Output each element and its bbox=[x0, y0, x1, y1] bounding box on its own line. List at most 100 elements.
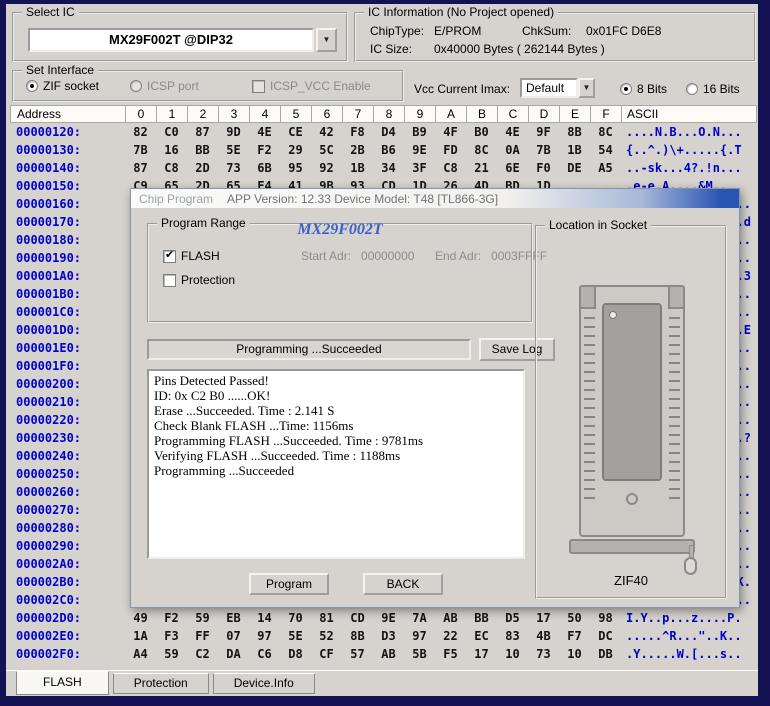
hex-byte[interactable]: DE bbox=[559, 159, 590, 177]
hex-byte[interactable]: 5E bbox=[218, 141, 249, 159]
hex-byte[interactable]: 54 bbox=[590, 141, 621, 159]
hex-byte[interactable]: 42 bbox=[311, 123, 342, 141]
hex-byte[interactable]: 9D bbox=[218, 123, 249, 141]
ic-combobox-dropdown-button[interactable]: ▼ bbox=[316, 28, 337, 52]
hex-byte[interactable]: 70 bbox=[280, 609, 311, 627]
vcc-select-dropdown-button[interactable]: ▼ bbox=[578, 78, 595, 98]
hex-byte[interactable]: 17 bbox=[528, 609, 559, 627]
hex-byte[interactable]: 1B bbox=[559, 141, 590, 159]
hex-byte[interactable]: DA bbox=[218, 645, 249, 663]
bits16-radio[interactable]: 16 Bits bbox=[686, 82, 740, 96]
hex-byte[interactable]: F7 bbox=[559, 627, 590, 645]
hex-byte[interactable]: 49 bbox=[125, 609, 156, 627]
hex-byte[interactable]: 59 bbox=[187, 609, 218, 627]
hex-byte[interactable]: 22 bbox=[435, 627, 466, 645]
hex-byte[interactable]: 8C bbox=[466, 141, 497, 159]
hex-byte[interactable]: D3 bbox=[373, 627, 404, 645]
hex-byte[interactable]: A4 bbox=[125, 645, 156, 663]
hex-byte[interactable]: 29 bbox=[280, 141, 311, 159]
hex-byte[interactable]: 57 bbox=[342, 645, 373, 663]
hex-byte[interactable]: AB bbox=[435, 609, 466, 627]
hex-byte[interactable]: 5B bbox=[404, 645, 435, 663]
hex-byte[interactable]: FF bbox=[187, 627, 218, 645]
hex-byte[interactable]: C6 bbox=[249, 645, 280, 663]
hex-byte[interactable]: 98 bbox=[590, 609, 621, 627]
hex-byte[interactable]: B0 bbox=[466, 123, 497, 141]
hex-byte[interactable]: EB bbox=[218, 609, 249, 627]
hex-byte[interactable]: BB bbox=[187, 141, 218, 159]
hex-byte[interactable]: F8 bbox=[342, 123, 373, 141]
hex-ascii[interactable]: {..^.)\+.....{.T bbox=[621, 141, 757, 159]
dialog-titlebar[interactable]: Chip Program APP Version: 12.33 Device M… bbox=[131, 189, 739, 208]
hex-byte[interactable]: F5 bbox=[435, 645, 466, 663]
hex-ascii[interactable]: I.Y..p...z....P. bbox=[621, 609, 757, 627]
hex-ascii[interactable]: .....^R..."..K.. bbox=[621, 627, 757, 645]
hex-byte[interactable]: C0 bbox=[156, 123, 187, 141]
hex-byte[interactable]: F0 bbox=[528, 159, 559, 177]
hex-byte[interactable]: 10 bbox=[497, 645, 528, 663]
back-button[interactable]: BACK bbox=[363, 573, 443, 595]
hex-byte[interactable]: 4E bbox=[497, 123, 528, 141]
hex-byte[interactable]: DB bbox=[590, 645, 621, 663]
hex-byte[interactable]: D5 bbox=[497, 609, 528, 627]
hex-byte[interactable]: 2D bbox=[187, 159, 218, 177]
hex-byte[interactable]: 9E bbox=[373, 609, 404, 627]
hex-byte[interactable]: 7B bbox=[125, 141, 156, 159]
bits8-radio[interactable]: 8 Bits bbox=[620, 82, 667, 96]
hex-byte[interactable]: EC bbox=[466, 627, 497, 645]
hex-byte[interactable]: 16 bbox=[156, 141, 187, 159]
hex-byte[interactable]: C8 bbox=[156, 159, 187, 177]
hex-byte[interactable]: 6E bbox=[497, 159, 528, 177]
hex-byte[interactable]: 83 bbox=[497, 627, 528, 645]
hex-byte[interactable]: 50 bbox=[559, 609, 590, 627]
zif-socket-radio[interactable]: ZIF socket bbox=[26, 79, 99, 93]
hex-byte[interactable]: 9F bbox=[528, 123, 559, 141]
hex-byte[interactable]: 87 bbox=[125, 159, 156, 177]
hex-byte[interactable]: 07 bbox=[218, 627, 249, 645]
hex-byte[interactable]: D8 bbox=[280, 645, 311, 663]
hex-byte[interactable]: 95 bbox=[280, 159, 311, 177]
hex-ascii[interactable]: ..-sk...4?.!n... bbox=[621, 159, 757, 177]
hex-byte[interactable]: 52 bbox=[311, 627, 342, 645]
hex-byte[interactable]: 59 bbox=[156, 645, 187, 663]
hex-byte[interactable]: 92 bbox=[311, 159, 342, 177]
hex-byte[interactable]: 1B bbox=[342, 159, 373, 177]
hex-byte[interactable]: 2B bbox=[342, 141, 373, 159]
hex-byte[interactable]: 4B bbox=[528, 627, 559, 645]
hex-byte[interactable]: 87 bbox=[187, 123, 218, 141]
hex-byte[interactable]: 9E bbox=[404, 141, 435, 159]
hex-byte[interactable]: 34 bbox=[373, 159, 404, 177]
hex-byte[interactable]: 17 bbox=[466, 645, 497, 663]
hex-byte[interactable]: AB bbox=[373, 645, 404, 663]
hex-byte[interactable]: F2 bbox=[249, 141, 280, 159]
hex-byte[interactable]: 5C bbox=[311, 141, 342, 159]
hex-ascii[interactable]: .Y.....W.[...s.. bbox=[621, 645, 757, 663]
hex-byte[interactable]: 82 bbox=[125, 123, 156, 141]
hex-byte[interactable]: A5 bbox=[590, 159, 621, 177]
hex-byte[interactable]: 6B bbox=[249, 159, 280, 177]
hex-byte[interactable]: FD bbox=[435, 141, 466, 159]
hex-byte[interactable]: 1A bbox=[125, 627, 156, 645]
hex-byte[interactable]: 73 bbox=[218, 159, 249, 177]
flash-checkbox[interactable]: FLASH bbox=[163, 249, 220, 263]
hex-byte[interactable]: F2 bbox=[156, 609, 187, 627]
hex-byte[interactable]: 5E bbox=[280, 627, 311, 645]
protection-checkbox[interactable]: Protection bbox=[163, 273, 235, 287]
hex-byte[interactable]: CD bbox=[342, 609, 373, 627]
hex-byte[interactable]: F3 bbox=[156, 627, 187, 645]
hex-byte[interactable]: BB bbox=[466, 609, 497, 627]
tab-device-info[interactable]: Device.Info bbox=[213, 673, 315, 694]
hex-byte[interactable]: D4 bbox=[373, 123, 404, 141]
hex-byte[interactable]: 97 bbox=[249, 627, 280, 645]
tab-flash[interactable]: FLASH bbox=[16, 671, 109, 695]
hex-byte[interactable]: 7B bbox=[528, 141, 559, 159]
tab-protection[interactable]: Protection bbox=[113, 673, 209, 694]
hex-byte[interactable]: 14 bbox=[249, 609, 280, 627]
hex-byte[interactable]: 8C bbox=[590, 123, 621, 141]
hex-byte[interactable]: CE bbox=[280, 123, 311, 141]
hex-byte[interactable]: 4E bbox=[249, 123, 280, 141]
hex-byte[interactable]: 10 bbox=[559, 645, 590, 663]
program-button[interactable]: Program bbox=[249, 573, 329, 595]
hex-byte[interactable]: B6 bbox=[373, 141, 404, 159]
hex-ascii[interactable]: ....N.B...O.N... bbox=[621, 123, 757, 141]
